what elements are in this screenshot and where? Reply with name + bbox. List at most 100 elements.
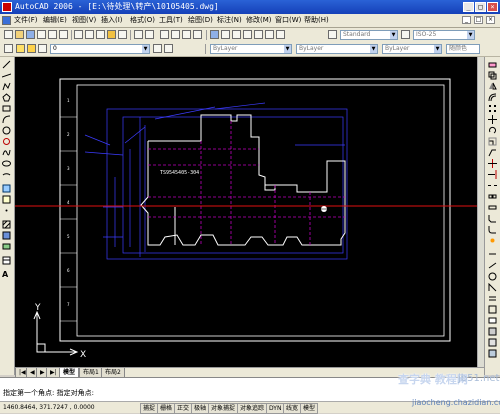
mirror-icon[interactable]	[488, 82, 497, 91]
dim-aligned-icon[interactable]	[488, 261, 497, 270]
menu-edit[interactable]: 编辑(E)	[43, 14, 67, 27]
mdi-restore-button[interactable]: □	[474, 16, 483, 24]
lineweight-combo[interactable]: ByLayer ▼	[382, 44, 442, 54]
menu-view[interactable]: 视图(V)	[72, 14, 96, 27]
line-icon[interactable]	[2, 60, 11, 69]
lock-icon[interactable]	[38, 44, 47, 53]
chamfer-icon[interactable]	[488, 214, 497, 223]
markup-icon[interactable]	[254, 30, 263, 39]
snap-toggle[interactable]: 捕捉	[140, 403, 159, 414]
dim-edit-icon[interactable]	[488, 327, 497, 336]
menu-file[interactable]: 文件(F)	[14, 14, 38, 27]
save-icon[interactable]	[26, 30, 35, 39]
linetype-combo[interactable]: ByLayer ▼	[296, 44, 378, 54]
gradient-icon[interactable]	[2, 231, 11, 240]
otrack-toggle[interactable]: 对象追踪	[237, 403, 268, 414]
dim-angular-icon[interactable]	[488, 283, 497, 292]
close-button[interactable]: ×	[487, 2, 498, 12]
plot-preview-icon[interactable]	[48, 30, 57, 39]
paste-icon[interactable]	[96, 30, 105, 39]
menu-tools[interactable]: 工具(T)	[159, 14, 183, 27]
lightbulb-icon[interactable]	[16, 44, 25, 53]
menu-help[interactable]: 帮助(H)	[304, 14, 329, 27]
zoom-previous-icon[interactable]	[193, 30, 202, 39]
design-center-icon[interactable]	[221, 30, 230, 39]
ortho-toggle[interactable]: 正交	[174, 403, 193, 414]
copy-icon[interactable]	[85, 30, 94, 39]
undo-icon[interactable]	[134, 30, 143, 39]
polar-toggle[interactable]: 极轴	[191, 403, 210, 414]
spline-icon[interactable]	[2, 148, 11, 157]
circle-icon[interactable]	[2, 126, 11, 135]
stretch-icon[interactable]	[488, 148, 497, 157]
plotstyle-combo[interactable]: 随颜色	[446, 44, 480, 54]
dim-style-combo[interactable]: ISO-25 ▼	[413, 30, 475, 40]
zoom-realtime-icon[interactable]	[171, 30, 180, 39]
dyn-toggle[interactable]: DYN	[266, 403, 285, 414]
make-block-icon[interactable]	[2, 195, 11, 204]
construction-line-icon[interactable]	[2, 71, 11, 80]
document-icon[interactable]	[2, 16, 11, 25]
rectangle-icon[interactable]	[2, 104, 11, 113]
arc-icon[interactable]	[2, 115, 11, 124]
quickcalc-icon[interactable]	[265, 30, 274, 39]
block-editor-icon[interactable]	[118, 30, 127, 39]
text-style-icon[interactable]	[328, 30, 337, 39]
dim-style-icon[interactable]	[401, 30, 410, 39]
menu-window[interactable]: 窗口(W)	[275, 14, 301, 27]
mdi-minimize-button[interactable]: _	[462, 16, 471, 24]
menu-draw[interactable]: 绘图(D)	[188, 14, 213, 27]
dim-radius-icon[interactable]	[488, 272, 497, 281]
text-style-combo[interactable]: Standard ▼	[340, 30, 398, 40]
polyline-icon[interactable]	[2, 82, 11, 91]
drawing-canvas[interactable]: 123 4567 TS9545405-304 Y X	[15, 57, 477, 367]
cut-icon[interactable]	[74, 30, 83, 39]
help-icon[interactable]	[276, 30, 285, 39]
table-icon[interactable]	[2, 256, 11, 265]
dim-update-icon[interactable]	[488, 338, 497, 347]
publish-icon[interactable]	[59, 30, 68, 39]
grid-toggle[interactable]: 栅格	[157, 403, 176, 414]
trim-icon[interactable]	[488, 159, 497, 168]
autocad-app-icon[interactable]	[2, 2, 12, 12]
pan-icon[interactable]	[160, 30, 169, 39]
break-icon[interactable]	[488, 192, 497, 201]
dim-baseline-icon[interactable]	[488, 305, 497, 314]
dim-style-icon[interactable]	[488, 349, 497, 358]
fillet-icon[interactable]	[488, 225, 497, 234]
multiline-text-icon[interactable]: A	[2, 270, 11, 279]
menu-format[interactable]: 格式(O)	[130, 14, 155, 27]
break-at-point-icon[interactable]	[488, 181, 497, 190]
extend-icon[interactable]	[488, 170, 497, 179]
layer-combo[interactable]: 0 ▼	[50, 44, 150, 54]
redo-icon[interactable]	[145, 30, 154, 39]
polygon-icon[interactable]	[2, 93, 11, 102]
vertical-scrollbar[interactable]	[477, 57, 484, 367]
sun-freeze-icon[interactable]	[27, 44, 36, 53]
join-icon[interactable]	[488, 203, 497, 212]
menu-modify[interactable]: 修改(M)	[246, 14, 272, 27]
copy-object-icon[interactable]	[488, 71, 497, 80]
zoom-window-icon[interactable]	[182, 30, 191, 39]
layer-previous-icon[interactable]	[164, 44, 173, 53]
color-combo[interactable]: ByLayer ▼	[210, 44, 292, 54]
plot-icon[interactable]	[37, 30, 46, 39]
make-current-layer-icon[interactable]	[153, 44, 162, 53]
match-properties-icon[interactable]	[107, 30, 116, 39]
ellipse-arc-icon[interactable]	[2, 170, 11, 179]
new-file-icon[interactable]	[4, 30, 13, 39]
ellipse-icon[interactable]	[2, 159, 11, 168]
move-icon[interactable]	[488, 115, 497, 124]
insert-block-icon[interactable]	[2, 184, 11, 193]
quick-dim-icon[interactable]	[488, 294, 497, 303]
menu-insert[interactable]: 插入(I)	[101, 14, 123, 27]
array-icon[interactable]	[488, 104, 497, 113]
revision-cloud-icon[interactable]	[2, 137, 11, 146]
lineweight-toggle[interactable]: 线宽	[283, 403, 302, 414]
open-file-icon[interactable]	[15, 30, 24, 39]
hatch-icon[interactable]	[2, 220, 11, 229]
explode-icon[interactable]	[488, 236, 497, 245]
command-prompt-line[interactable]: 指定第一个角点: 指定对角点:	[3, 389, 94, 398]
restore-button[interactable]: □	[475, 2, 486, 12]
offset-icon[interactable]	[488, 93, 497, 102]
